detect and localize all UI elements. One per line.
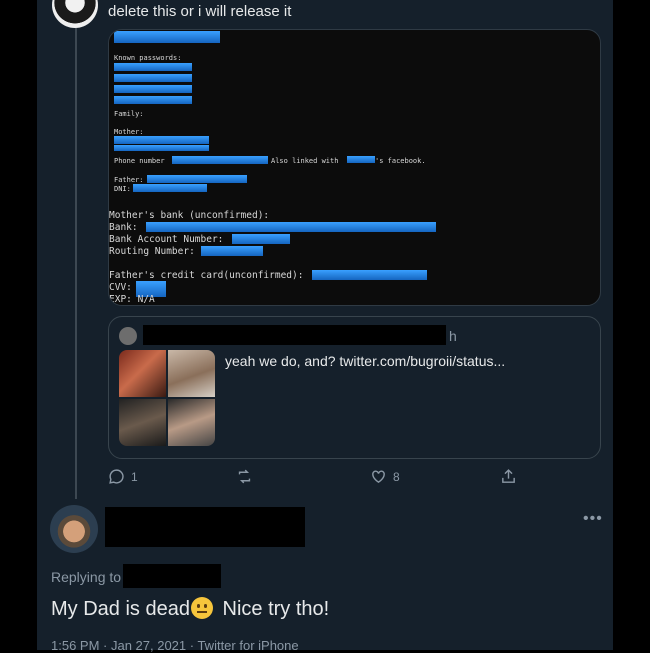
quote-handle-suffix: h [449, 328, 457, 344]
mother-label: Mother: [114, 128, 144, 136]
replying-to-label: Replying to [51, 569, 122, 585]
neutral-face-emoji-icon [190, 597, 213, 619]
reply-author-avatar[interactable] [50, 505, 98, 553]
reply-count: 1 [131, 469, 138, 484]
redaction-bar [114, 145, 209, 151]
routing-number-label: Routing Number: [109, 246, 195, 257]
dni-label: DNI: [114, 185, 131, 193]
quote-media-grid[interactable] [119, 350, 215, 446]
attached-screenshot-image[interactable]: Known passwords: Family: Mother: Phone n… [108, 29, 601, 306]
redaction-bar [114, 63, 192, 71]
cvv-label: CVV: [109, 282, 132, 293]
more-options-icon[interactable]: ••• [583, 510, 603, 528]
redaction-bar [146, 222, 436, 232]
reply-text-after: Nice try tho! [216, 598, 330, 620]
reply-icon [109, 469, 124, 484]
quote-tweet-text: yeah we do, and? twitter.com/bugroii/sta… [225, 353, 506, 369]
bank-account-label: Bank Account Number: [109, 234, 224, 245]
media-photo[interactable] [168, 350, 215, 397]
redacted-reply-author [105, 507, 305, 547]
retweet-action[interactable] [236, 468, 259, 485]
redaction-bar [232, 234, 290, 244]
also-linked-label: Also linked with [271, 157, 339, 165]
share-action[interactable] [500, 468, 517, 485]
reply-tweet-text: My Dad is dead Nice try tho! [51, 597, 329, 621]
quote-author-avatar [119, 327, 137, 345]
redaction-bar [114, 31, 220, 43]
father-label: Father: [114, 176, 144, 184]
share-icon [502, 469, 515, 483]
redaction-bar [172, 156, 268, 164]
thread-connector-line [75, 24, 77, 499]
bank-label: Bank: [109, 222, 138, 233]
redaction-bar [114, 96, 192, 104]
quote-tweet-card[interactable]: h yeah we do, and? twitter.com/bugroii/s… [108, 316, 601, 459]
redaction-bar [312, 270, 427, 280]
heart-icon [372, 470, 385, 484]
redaction-bar [133, 184, 207, 192]
like-action[interactable]: 8 [370, 468, 400, 485]
retweet-icon [238, 469, 251, 484]
media-photo[interactable] [168, 399, 215, 446]
media-photo[interactable] [119, 399, 166, 446]
tweet-text: delete this or i will release it [108, 3, 292, 20]
like-count: 8 [393, 469, 400, 484]
redaction-bar [347, 156, 375, 163]
redacted-replying-to-handle [123, 564, 221, 588]
redaction-bar [114, 85, 192, 93]
redaction-bar [114, 74, 192, 82]
redaction-bar [147, 175, 247, 183]
family-label: Family: [114, 110, 144, 118]
redaction-bar [114, 136, 209, 144]
known-passwords-label: Known passwords: [114, 54, 182, 62]
reply-timestamp[interactable]: 1:56 PM · Jan 27, 2021 · Twitter for iPh… [51, 638, 299, 653]
redaction-bar [201, 246, 263, 256]
reply-action[interactable]: 1 [108, 468, 138, 485]
exp-label: EXP: N/A [109, 294, 155, 305]
redacted-username [143, 325, 446, 345]
tweet-action-bar: 1 8 [108, 466, 528, 488]
reply-text-before: My Dad is dead [51, 598, 190, 620]
facebook-label: 's facebook. [375, 157, 426, 165]
fathers-card-label: Father's credit card(unconfirmed): [109, 270, 304, 281]
phone-number-label: Phone number [114, 157, 165, 165]
mothers-bank-label: Mother's bank (unconfirmed): [109, 210, 270, 221]
media-photo[interactable] [119, 350, 166, 397]
